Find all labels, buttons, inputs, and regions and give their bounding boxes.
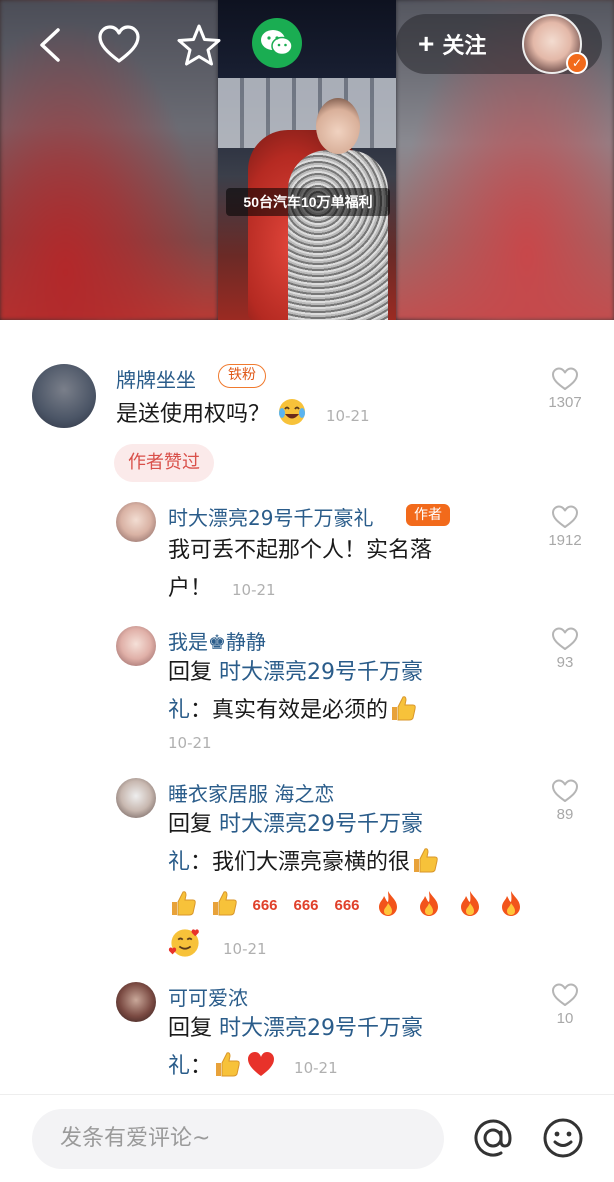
- fan-badge: 铁粉: [218, 364, 266, 388]
- comment-text: 回复 时大漂亮29号千万豪 礼： 10-21: [168, 1016, 424, 1079]
- comment-time: 10-21: [294, 1059, 338, 1077]
- thumbs-up-emoji-icon: [392, 696, 416, 721]
- comment-text: 是送使用权吗？ 10-21: [116, 396, 370, 435]
- 666-emoji-icon: 666: [334, 897, 359, 914]
- comment-author[interactable]: 牌牌坐坐: [116, 364, 196, 393]
- presenter-head: [316, 98, 360, 154]
- 666-emoji-icon: 666: [293, 897, 318, 914]
- comment-author[interactable]: 可可爱浓: [168, 982, 248, 1011]
- avatar[interactable]: [116, 778, 156, 818]
- like-button[interactable]: 89: [540, 778, 590, 823]
- heart-icon[interactable]: [96, 22, 142, 68]
- fire-emoji-icon: [461, 891, 479, 916]
- like-count: 1912: [548, 532, 582, 549]
- plus-icon: +: [418, 28, 435, 59]
- fire-emoji-icon: [420, 891, 438, 916]
- thumbs-up-emoji-icon: [213, 891, 237, 916]
- svg-text:666: 666: [252, 897, 277, 914]
- comment-author[interactable]: 我是♚静静: [168, 626, 266, 655]
- smiling-hearts-emoji-icon: [168, 929, 199, 957]
- like-button[interactable]: 93: [540, 626, 590, 671]
- like-button[interactable]: 1912: [540, 504, 590, 549]
- heart-outline-icon: [552, 983, 578, 1006]
- author-liked-badge: 作者赞过: [114, 444, 214, 482]
- comment-time: 10-21: [326, 407, 370, 425]
- like-button[interactable]: 10: [540, 982, 590, 1027]
- comment-time: 10-21: [223, 940, 267, 958]
- heart-outline-icon: [552, 505, 578, 528]
- star-icon[interactable]: [176, 22, 222, 68]
- comment-text: 我可丢不起那个人！实名落 户！ 10-21: [168, 538, 433, 601]
- like-count: 93: [556, 654, 574, 671]
- svg-text:666: 666: [334, 897, 359, 914]
- 666-emoji-icon: 666: [252, 897, 277, 914]
- thumbs-up-emoji-icon: [414, 848, 438, 873]
- follow-button[interactable]: + 关注: [418, 26, 486, 62]
- wechat-icon: [261, 30, 293, 56]
- video-frame: [218, 0, 396, 320]
- reply-target-link[interactable]: 时大漂亮29号千万豪: [219, 660, 423, 685]
- like-count: 89: [556, 806, 574, 823]
- comment-input-bar: 发条有爱评论~: [0, 1094, 614, 1182]
- heart-outline-icon: [552, 627, 578, 650]
- heart-outline-icon: [552, 367, 578, 390]
- crying-laughing-emoji-icon: [279, 399, 306, 425]
- avatar[interactable]: [116, 982, 156, 1022]
- avatar[interactable]: [116, 626, 156, 666]
- comment-text: 回复 时大漂亮29号千万豪 礼：真实有效是必须的: [168, 660, 424, 723]
- comment-input[interactable]: 发条有爱评论~: [32, 1109, 444, 1169]
- comment-list[interactable]: 牌牌坐坐 铁粉 是送使用权吗？ 10-21 作者赞过 1307 时大漂亮29号千…: [0, 320, 614, 1094]
- back-icon[interactable]: [28, 22, 74, 68]
- presenter-body: [288, 150, 388, 320]
- reply-target-link[interactable]: 时大漂亮29号千万豪: [219, 1016, 423, 1041]
- thumbs-up-emoji-icon: [172, 891, 196, 916]
- author-badge: 作者: [406, 504, 450, 526]
- like-count: 1307: [548, 394, 582, 411]
- svg-text:666: 666: [293, 897, 318, 914]
- avatar[interactable]: [116, 502, 156, 542]
- comment-time: 10-21: [168, 734, 212, 752]
- emoji-icon[interactable]: [540, 1115, 586, 1161]
- fire-emoji-icon: [379, 891, 397, 916]
- comment-time: 10-21: [232, 581, 276, 599]
- wechat-share-button[interactable]: [252, 18, 302, 68]
- comment-author[interactable]: 时大漂亮29号千万豪礼: [168, 502, 373, 531]
- heart-outline-icon: [552, 779, 578, 802]
- at-icon[interactable]: [470, 1115, 516, 1161]
- comment-author[interactable]: 睡衣家居服 海之恋: [168, 778, 334, 807]
- avatar[interactable]: [32, 364, 96, 428]
- like-count: 10: [556, 1010, 574, 1027]
- fire-emoji-icon: [502, 891, 520, 916]
- follow-label: 关注: [442, 33, 487, 58]
- video-caption: 50台汽车10万单福利: [226, 188, 390, 216]
- verified-icon: ✓: [566, 52, 588, 74]
- comment-text: 回复 时大漂亮29号千万豪 礼：我们大漂亮豪横的很 666 666 666 10…: [168, 806, 530, 969]
- like-button[interactable]: 1307: [540, 366, 590, 411]
- thumbs-up-emoji-icon: [216, 1052, 240, 1077]
- red-heart-emoji-icon: [248, 1052, 275, 1076]
- reply-target-link[interactable]: 时大漂亮29号千万豪: [219, 812, 423, 837]
